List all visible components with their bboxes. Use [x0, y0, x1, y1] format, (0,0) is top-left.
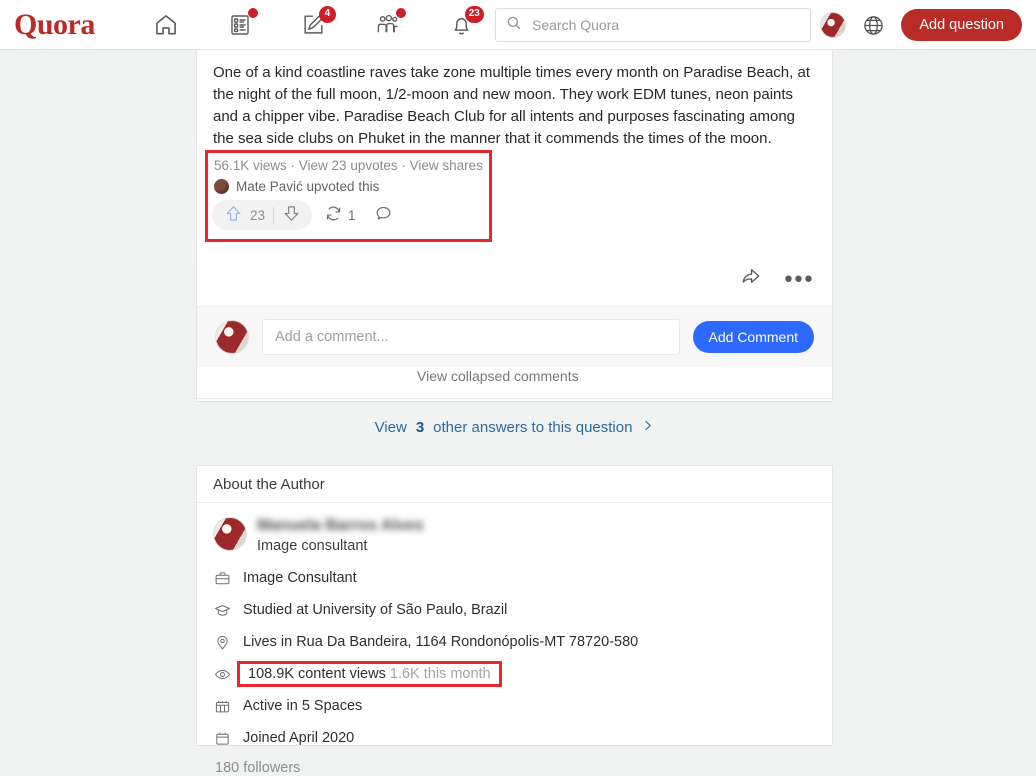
- other-answers-count: 3: [415, 419, 425, 436]
- content-views-primary: 108.9K content views: [248, 666, 386, 682]
- top-navigation-bar: Quora 4 23 Search Quora Add question: [0, 0, 1036, 50]
- share-button[interactable]: [740, 265, 762, 291]
- author-avatar[interactable]: [213, 517, 247, 551]
- detail-row-education: Studied at University of São Paulo, Braz…: [213, 594, 832, 626]
- detail-text: Joined April 2020: [243, 730, 355, 746]
- downvote-arrow-icon: [282, 204, 301, 227]
- follower-count[interactable]: 180 followers: [197, 754, 832, 776]
- home-icon: [153, 12, 179, 38]
- add-question-button[interactable]: Add question: [901, 9, 1022, 41]
- briefcase-icon: [213, 570, 231, 587]
- detail-row-spaces: Active in 5 Spaces: [213, 690, 832, 722]
- detail-text: Active in 5 Spaces: [243, 698, 363, 714]
- content-views-secondary: 1.6K this month: [389, 666, 491, 682]
- calendar-icon: [213, 730, 231, 747]
- location-pin-icon: [213, 634, 231, 651]
- upvoter-avatar: [214, 179, 229, 194]
- spaces-badge: [395, 7, 406, 18]
- other-answers-prefix: View: [374, 419, 407, 436]
- composer-avatar: [215, 320, 249, 354]
- answer-stats-highlight: 56.1K views · View 23 upvotes · View sha…: [205, 150, 492, 242]
- answer-right-actions: ●●●: [740, 265, 814, 291]
- author-identity: Manuela Barros Alves Image consultant: [197, 503, 832, 554]
- answers-badge: [247, 7, 258, 18]
- globe-icon[interactable]: [862, 14, 885, 37]
- author-name[interactable]: Manuela Barros Alves: [257, 517, 424, 535]
- comment-bubble-icon: [374, 204, 393, 226]
- comment-input[interactable]: [262, 319, 680, 355]
- eye-icon: [213, 666, 231, 683]
- upvote-button[interactable]: [216, 200, 250, 230]
- spaces-grid-icon: [213, 698, 231, 715]
- upvoter-text[interactable]: Mate Pavić upvoted this: [236, 179, 379, 194]
- notifications-badge: 23: [464, 5, 484, 23]
- search-bar[interactable]: [495, 8, 811, 42]
- nav-icon-group: 4 23: [151, 5, 484, 40]
- answer-text: One of a kind coastline raves take zone …: [213, 64, 810, 147]
- repost-count: 1: [348, 207, 356, 223]
- nav-answers[interactable]: [225, 7, 258, 40]
- view-other-answers-link[interactable]: View 3 other answers to this question: [197, 398, 832, 456]
- quora-logo[interactable]: Quora: [14, 9, 95, 40]
- search-icon: [506, 15, 522, 35]
- answer-stats-line[interactable]: 56.1K views · View 23 upvotes · View sha…: [214, 158, 483, 173]
- nav-write[interactable]: 4: [299, 5, 336, 40]
- author-tagline: Image consultant: [257, 538, 368, 554]
- about-author-title: About the Author: [197, 466, 832, 503]
- upvote-count: 23: [250, 207, 266, 223]
- other-answers-suffix: other answers to this question: [433, 419, 633, 436]
- comment-composer: Add Comment: [197, 306, 832, 367]
- share-arrow-icon: [740, 265, 762, 291]
- search-input[interactable]: [530, 16, 800, 34]
- upvoter-row: Mate Pavić upvoted this: [214, 179, 379, 194]
- content-views-highlight: 108.9K content views 1.6K this month: [237, 661, 502, 687]
- vote-pill: 23: [212, 200, 313, 230]
- add-comment-button[interactable]: Add Comment: [692, 321, 814, 353]
- detail-row-location: Lives in Rua Da Bandeira, 1164 Rondonópo…: [213, 626, 832, 658]
- view-collapsed-comments-link[interactable]: View collapsed comments: [417, 368, 579, 384]
- detail-row-content-views: 108.9K content views 1.6K this month: [213, 658, 832, 690]
- nav-home[interactable]: [151, 10, 181, 40]
- downvote-button[interactable]: [274, 200, 308, 230]
- author-details: Image Consultant Studied at University o…: [197, 554, 832, 754]
- profile-avatar[interactable]: [820, 12, 847, 38]
- chevron-right-icon: [641, 419, 654, 436]
- answer-card: One of a kind coastline raves take zone …: [196, 50, 833, 436]
- upvote-arrow-icon: [224, 204, 243, 227]
- detail-text: Image Consultant: [243, 570, 357, 586]
- answer-action-bar: 23 1: [212, 200, 399, 230]
- repost-icon: [324, 204, 343, 226]
- nav-notifications[interactable]: 23: [447, 5, 484, 40]
- detail-row-occupation: Image Consultant: [213, 562, 832, 594]
- header-right-group: Add question: [820, 0, 1022, 50]
- detail-row-joined: Joined April 2020: [213, 722, 832, 754]
- graduation-cap-icon: [213, 602, 231, 619]
- repost-button[interactable]: 1: [318, 200, 362, 230]
- detail-text: Studied at University of São Paulo, Braz…: [243, 602, 508, 618]
- page-content: One of a kind coastline raves take zone …: [0, 50, 1036, 776]
- detail-text: Lives in Rua Da Bandeira, 1164 Rondonópo…: [243, 634, 639, 650]
- write-badge: 4: [318, 5, 336, 23]
- more-options-button[interactable]: ●●●: [784, 271, 814, 286]
- comment-button[interactable]: [368, 200, 399, 230]
- about-author-card: About the Author Manuela Barros Alves Im…: [196, 465, 833, 776]
- nav-spaces[interactable]: [373, 7, 406, 40]
